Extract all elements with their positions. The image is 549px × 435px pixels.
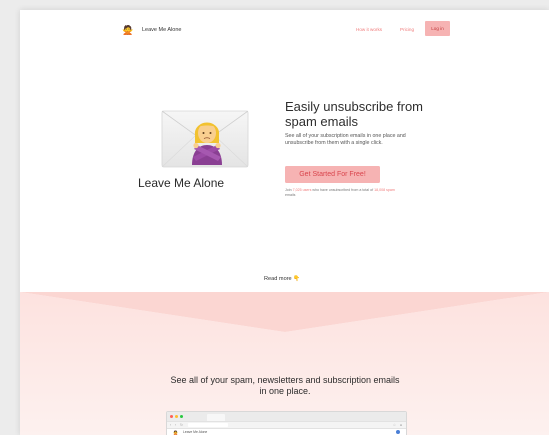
usage-stats: Join 7,025 users who have unsubscribed f…	[285, 188, 405, 198]
hero-description: See all of your subscription emails in o…	[285, 133, 406, 147]
person-gesturing-no-icon	[192, 122, 222, 165]
hero-product-name: Leave Me Alone	[138, 176, 225, 190]
avatar	[396, 430, 400, 434]
no-gesture-emoji-icon: 🙅	[122, 25, 134, 35]
profile-icon: ●	[399, 423, 402, 427]
read-more-link[interactable]: Read more 👇	[264, 276, 300, 282]
window-minimize-icon	[175, 415, 178, 418]
get-started-button[interactable]: Get Started For Free!	[285, 166, 380, 183]
mock-browser-tab	[207, 414, 225, 421]
window-close-icon	[170, 415, 173, 418]
mock-address-bar: ‹ › ↻ ☆ ●	[167, 421, 406, 429]
browser-mockup: ‹ › ↻ ☆ ● 🙅 Leave Me Alone	[166, 411, 407, 435]
stats-text-join: Join	[285, 188, 293, 192]
mock-tab-bar	[167, 412, 406, 421]
hero-title: Easily unsubscribe from spam emails	[285, 99, 423, 129]
stats-emails-count: 18,008 spam	[374, 188, 395, 192]
nav-how-it-works-link[interactable]: How it works	[356, 27, 382, 32]
stats-text-mid: who have unsubscribed from a total of	[311, 188, 375, 192]
brand-name: Leave Me Alone	[142, 27, 182, 33]
section-title: See all of your spam, newsletters and su…	[170, 375, 400, 396]
back-arrow-icon: ‹	[170, 423, 172, 427]
login-button[interactable]: Log in	[425, 21, 450, 36]
mock-app-name: Leave Me Alone	[183, 430, 208, 434]
no-gesture-emoji-icon: 🙅	[173, 430, 178, 435]
reload-icon: ↻	[180, 423, 183, 427]
stats-users-count: 7,025 users	[292, 188, 312, 192]
nav-pricing-link[interactable]: Pricing	[400, 27, 414, 32]
forward-arrow-icon: ›	[175, 423, 177, 427]
landing-page: 🙅 Leave Me Alone How it works Pricing Lo…	[20, 10, 549, 435]
mock-url-field	[188, 423, 228, 427]
mock-app-header: 🙅 Leave Me Alone	[167, 429, 406, 435]
star-icon: ☆	[392, 423, 396, 427]
brand-logo[interactable]: 🙅 Leave Me Alone	[122, 24, 181, 36]
window-maximize-icon	[180, 415, 183, 418]
stats-text-end: emails	[285, 192, 296, 197]
